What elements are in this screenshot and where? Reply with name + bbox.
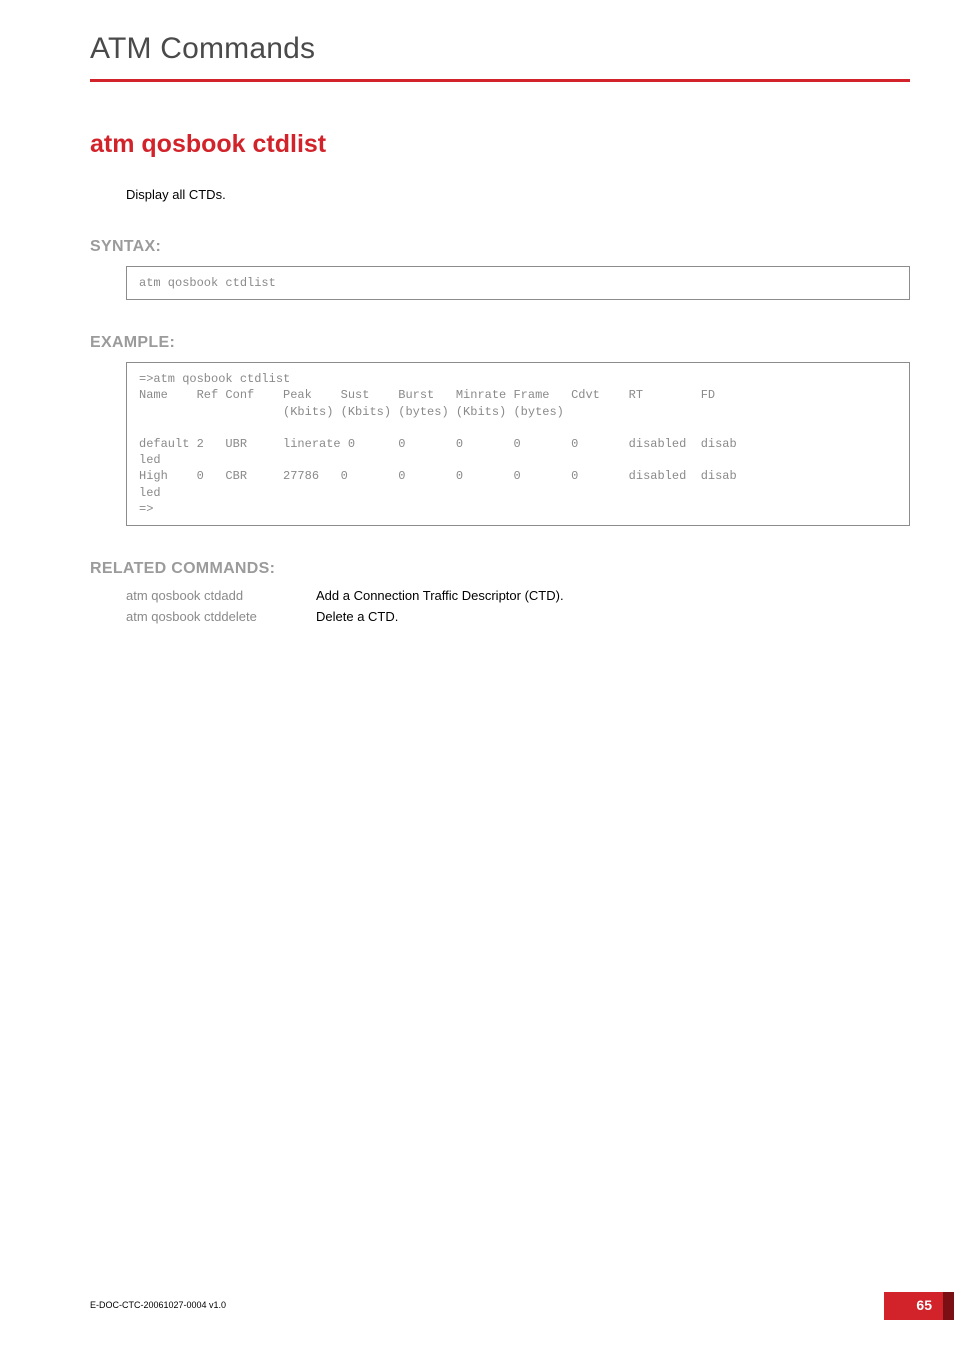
related-command-link[interactable]: atm qosbook ctdadd: [126, 588, 316, 603]
related-command-link[interactable]: atm qosbook ctddelete: [126, 609, 316, 624]
syntax-box: atm qosbook ctdlist: [126, 266, 910, 300]
related-heading: RELATED COMMANDS:: [90, 560, 910, 578]
content-area: atm qosbook ctdlist Display all CTDs. SY…: [90, 130, 910, 630]
page-tab-edge: [943, 1292, 954, 1320]
header-rule: [90, 79, 910, 82]
related-commands-table: atm qosbook ctdadd Add a Connection Traf…: [126, 588, 910, 624]
command-description: Display all CTDs.: [126, 187, 910, 202]
page-number: 65: [916, 1297, 932, 1313]
related-row: atm qosbook ctddelete Delete a CTD.: [126, 609, 910, 624]
syntax-code: atm qosbook ctdlist: [139, 275, 897, 291]
related-row: atm qosbook ctdadd Add a Connection Traf…: [126, 588, 910, 603]
related-command-desc: Add a Connection Traffic Descriptor (CTD…: [316, 588, 564, 603]
example-code: =>atm qosbook ctdlist Name Ref Conf Peak…: [139, 371, 897, 517]
example-heading: EXAMPLE:: [90, 334, 910, 352]
page-number-tab: 65: [866, 1292, 954, 1320]
syntax-heading: SYNTAX:: [90, 238, 910, 256]
page: ATM Commands atm qosbook ctdlist Display…: [0, 0, 954, 1350]
example-box: =>atm qosbook ctdlist Name Ref Conf Peak…: [126, 362, 910, 526]
chapter-title: ATM Commands: [90, 32, 315, 66]
footer-doc-id: E-DOC-CTC-20061027-0004 v1.0: [90, 1300, 226, 1310]
related-command-desc: Delete a CTD.: [316, 609, 398, 624]
command-title: atm qosbook ctdlist: [90, 130, 910, 159]
